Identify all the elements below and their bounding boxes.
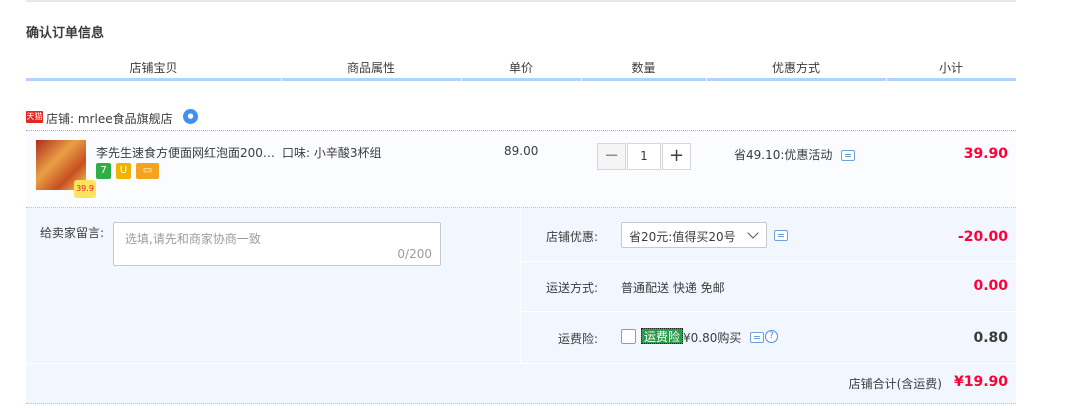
shipping-amount: 0.00 xyxy=(973,278,1008,294)
seven-day-return-icon[interactable]: 7 xyxy=(96,163,111,179)
order-extra-panel: 给卖家留言: 选填,请先和商家协商一致 0/200 店铺优惠: 省20元:值得买… xyxy=(26,208,1016,404)
header-separator xyxy=(281,76,282,81)
increase-quantity-button[interactable]: + xyxy=(662,143,691,170)
seller-note-label: 给卖家留言: xyxy=(40,226,105,240)
col-discount: 优惠方式 xyxy=(771,61,820,75)
col-attributes: 商品属性 xyxy=(346,61,395,75)
insurance-label: 运费险: xyxy=(557,332,598,346)
col-quantity: 数量 xyxy=(631,61,656,75)
shop-coupon-label: 店铺优惠: xyxy=(545,230,598,244)
shop-row: 天猫 店铺: mrlee食品旗舰店 ● xyxy=(26,107,1016,131)
panel-divider xyxy=(521,311,1016,312)
top-divider xyxy=(26,0,1016,2)
shop-name-link[interactable]: 店铺: mrlee食品旗舰店 xyxy=(46,110,173,127)
guarantee-icon[interactable]: U xyxy=(116,163,131,179)
product-title-link[interactable]: 李先生速食方便面网红泡面200… xyxy=(96,144,278,161)
header-separator xyxy=(581,76,582,81)
product-thumbnail[interactable]: 39.9 xyxy=(36,140,96,198)
shipping-method: 普通配送 快递 免邮 xyxy=(621,281,725,295)
panel-divider xyxy=(521,261,1016,262)
card-payment-icon[interactable]: ▭ xyxy=(136,163,159,179)
insurance-info-icon[interactable] xyxy=(750,332,764,343)
col-unit-price: 单价 xyxy=(508,61,533,75)
insurance-price: ¥0.80购买 xyxy=(683,331,742,345)
shipping-label: 运送方式: xyxy=(545,281,598,295)
shop-coupon-select[interactable]: 省20元:值得买20号 xyxy=(621,222,767,248)
product-property: 口味: 小辛酸3杯组 xyxy=(282,146,382,160)
col-shop-item: 店铺宝贝 xyxy=(129,61,178,75)
header-separator xyxy=(706,76,707,81)
tmall-icon: 天猫 xyxy=(26,111,43,123)
header-separator xyxy=(886,76,887,81)
insurance-checkbox[interactable] xyxy=(621,329,636,344)
seller-note-textarea[interactable]: 选填,请先和商家协商一致 0/200 xyxy=(113,222,441,266)
panel-divider xyxy=(520,208,521,363)
panel-divider xyxy=(26,363,1016,364)
decrease-quantity-button[interactable]: − xyxy=(597,143,626,170)
cart-item-row: 39.9 李先生速食方便面网红泡面200… 7 U ▭ 口味: 小辛酸3杯组 8… xyxy=(26,132,1016,208)
col-subtotal: 小计 xyxy=(938,61,963,75)
coupon-info-icon[interactable] xyxy=(774,230,788,241)
shop-total-amount: ¥19.90 xyxy=(953,374,1008,390)
unit-price: 89.00 xyxy=(504,144,539,158)
thumb-price-tag: 39.9 xyxy=(74,180,96,198)
insurance-badge: 运费险 xyxy=(641,328,684,344)
discount-info-icon[interactable] xyxy=(841,150,855,161)
seller-note-placeholder: 选填,请先和商家协商一致 xyxy=(125,232,261,246)
help-icon[interactable]: ? xyxy=(765,330,778,343)
wangwang-chat-icon[interactable]: ● xyxy=(183,109,198,124)
item-subtotal: 39.90 xyxy=(963,146,1008,162)
insurance-amount: 0.80 xyxy=(973,330,1008,346)
seller-note-char-count: 0/200 xyxy=(397,247,432,261)
header-separator xyxy=(461,76,462,81)
item-discount: 省49.10:优惠活动 xyxy=(734,148,833,162)
chevron-down-icon xyxy=(747,227,759,239)
quantity-input[interactable]: 1 xyxy=(627,143,661,170)
shop-coupon-selected: 省20元:值得买20号 xyxy=(629,230,736,244)
shop-total-label: 店铺合计(含运费) xyxy=(848,377,942,391)
page-title: 确认订单信息 xyxy=(26,26,105,41)
shop-coupon-amount: -20.00 xyxy=(957,229,1008,245)
table-header: 店铺宝贝 商品属性 单价 数量 优惠方式 小计 xyxy=(26,59,1016,81)
header-underline xyxy=(26,78,1016,81)
